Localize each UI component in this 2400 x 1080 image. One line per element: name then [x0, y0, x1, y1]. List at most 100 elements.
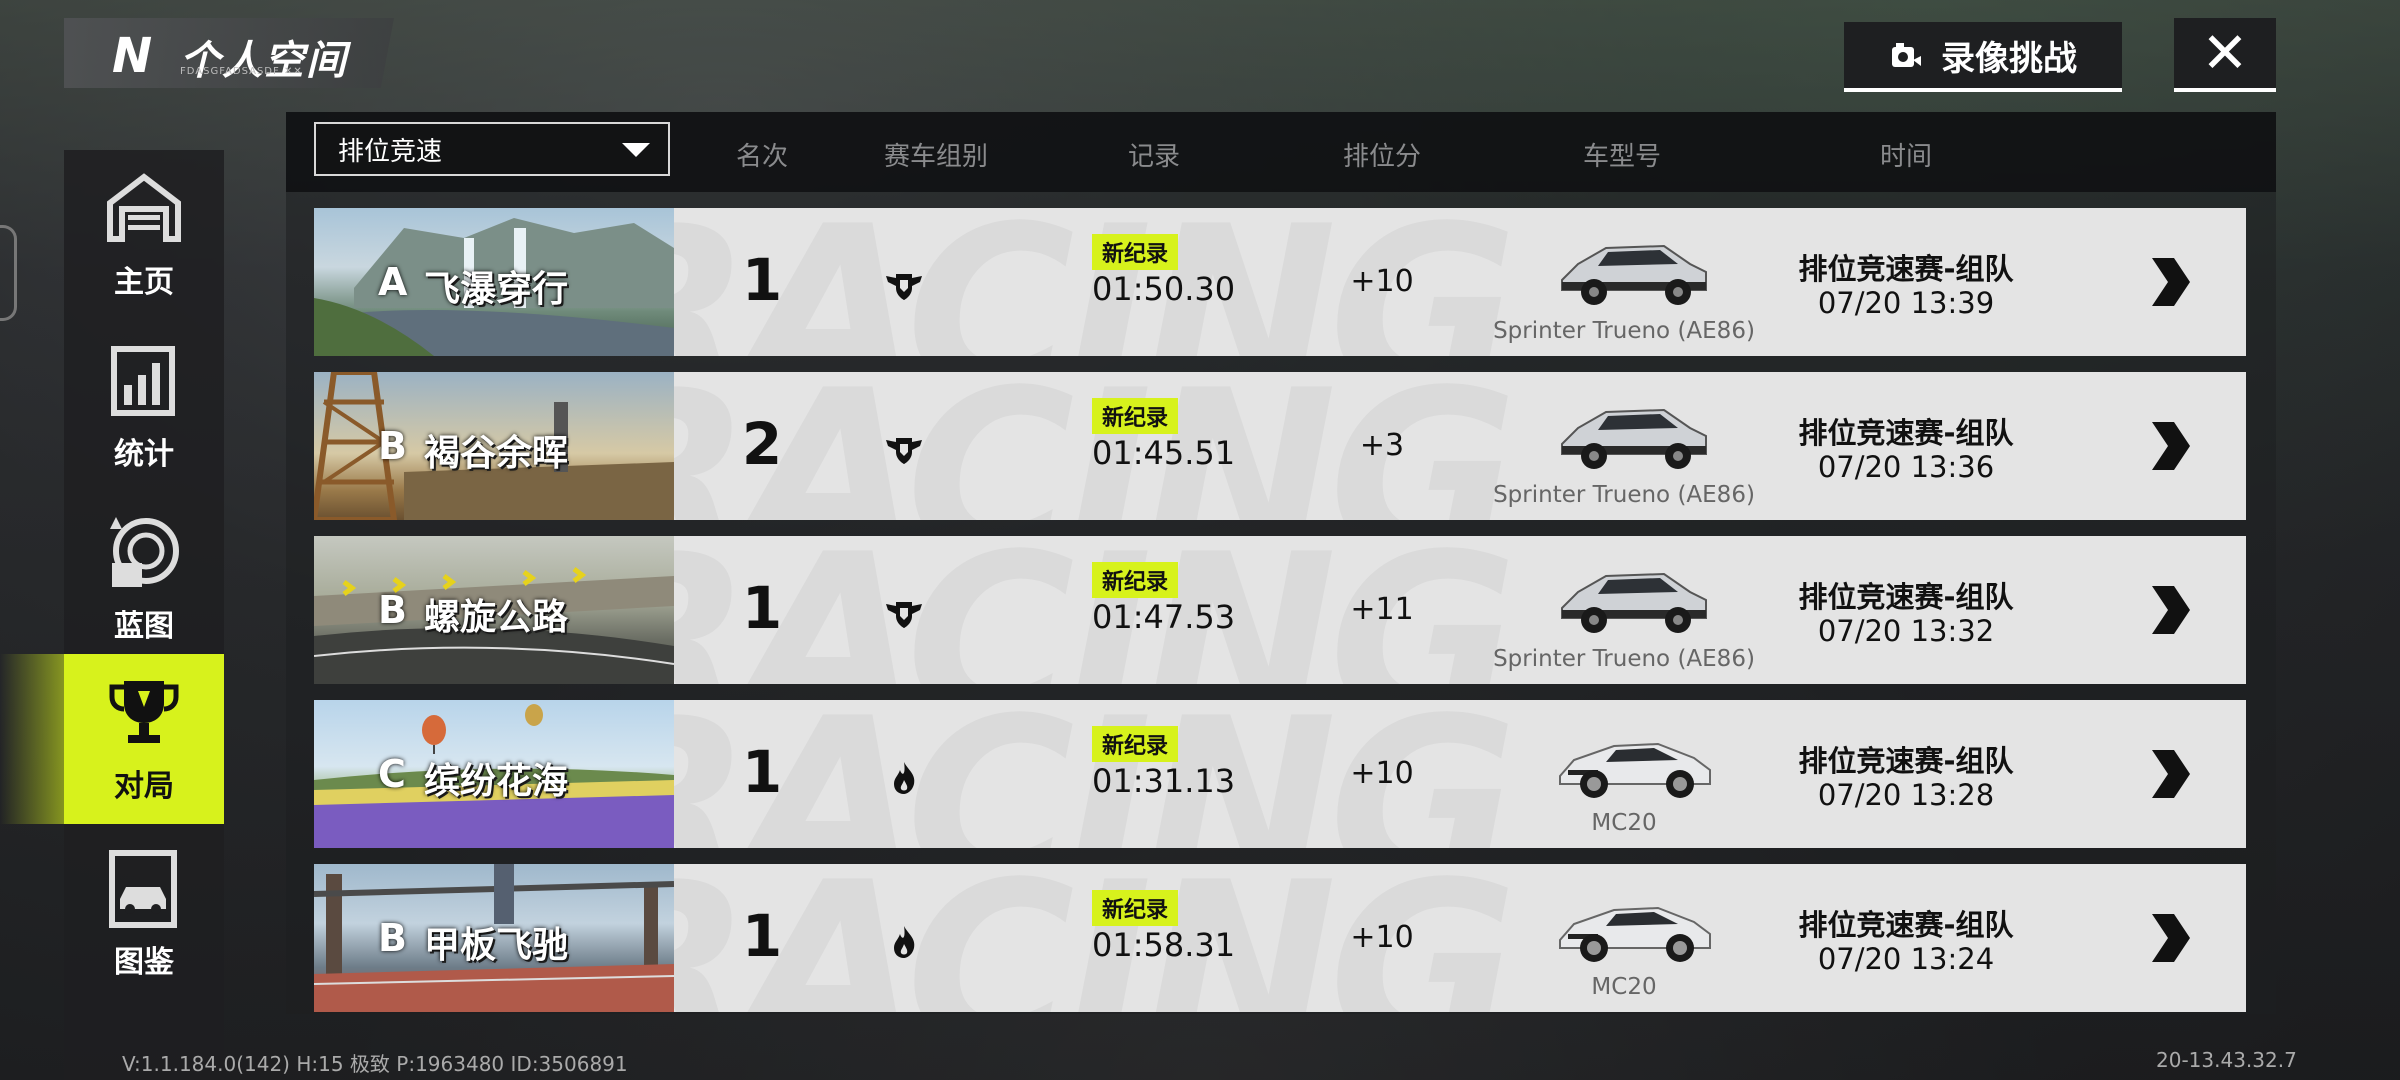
chevron-right-icon[interactable] [2144, 582, 2194, 638]
mc20-car-icon [1559, 742, 1711, 798]
match-row[interactable]: RACING B 褐谷余晖 2 新纪录 01:45.51 +3 Sprinter… [314, 372, 2246, 520]
match-time: 07/20 13:39 [1817, 286, 1995, 320]
chevron-right-icon[interactable] [2144, 418, 2194, 474]
ae86-car-icon [1561, 244, 1707, 305]
record-challenge-label: 录像挑战 [1941, 38, 2077, 79]
page-title: 个人空间 [180, 38, 348, 84]
car-model: MC20 [1591, 974, 1657, 1000]
record-time: 01:45.51 [1092, 434, 1236, 472]
page-subtitle: FDASGFADSASDF ✕✕ [180, 66, 303, 77]
match-time: 07/20 13:32 [1817, 614, 1995, 648]
record-challenge-button[interactable]: 录像挑战 [1844, 22, 2122, 92]
build-info: 20-13.43.32.7 [2156, 1048, 2297, 1072]
record-time: 01:58.31 [1092, 926, 1236, 964]
map-name: 缤纷花海 [424, 761, 569, 802]
match-mode: 排位竞速赛-组队 [1798, 908, 2014, 942]
logo: N [112, 28, 153, 84]
rank-score: +10 [1350, 264, 1414, 299]
map-thumbnail: C 缤纷花海 [314, 700, 674, 848]
record-time: 01:50.30 [1092, 270, 1236, 308]
rank-value: 2 [741, 410, 783, 478]
car-model: Sprinter Trueno (AE86) [1493, 646, 1755, 672]
column-header-group: 赛车组别 [883, 142, 989, 172]
shield-wings-icon [886, 438, 922, 464]
rank-value: 1 [741, 246, 783, 314]
match-time: 07/20 13:28 [1817, 778, 1995, 812]
ae86-car-icon [1561, 408, 1707, 469]
active-indicator [0, 654, 64, 824]
map-name: 螺旋公路 [424, 597, 569, 638]
chevron-right-icon[interactable] [2144, 254, 2194, 310]
match-row[interactable]: RACING A 飞瀑穿行 1 新纪录 01:50.30 +10 Sprinte… [314, 208, 2246, 356]
map-thumbnail: B 螺旋公路 [314, 536, 674, 684]
garage-icon [107, 173, 181, 242]
edge-handle [0, 225, 17, 321]
map-tier: A [378, 260, 408, 304]
sidebar-item-blueprint[interactable]: 蓝图 [64, 494, 224, 664]
version-info: V:1.1.184.0(142) H:15 极致 P:1963480 ID:35… [122, 1052, 628, 1076]
rank-score: +10 [1350, 920, 1414, 955]
sidebar: 主页 统计 蓝图 对局 图鉴 [64, 150, 224, 1080]
car-model: MC20 [1591, 810, 1657, 836]
map-name: 褐谷余晖 [424, 433, 569, 474]
sidebar-item-label: 蓝图 [114, 609, 174, 644]
shield-wings-icon [886, 274, 922, 300]
match-mode: 排位竞速赛-组队 [1798, 580, 2014, 614]
sidebar-item-stats[interactable]: 统计 [64, 322, 224, 492]
map-tier: C [378, 752, 406, 796]
match-mode: 排位竞速赛-组队 [1798, 252, 2014, 286]
new-record-badge: 新纪录 [1092, 234, 1179, 270]
ae86-car-icon [1561, 572, 1707, 633]
sidebar-item-catalog[interactable]: 图鉴 [64, 830, 224, 1000]
flame-icon [894, 926, 915, 958]
map-name: 飞瀑穿行 [424, 269, 569, 310]
new-record-badge: 新纪录 [1092, 398, 1179, 434]
chevron-right-icon[interactable] [2144, 910, 2194, 966]
mc20-car-icon [1559, 906, 1711, 962]
rank-value: 1 [741, 738, 783, 806]
column-header-rank: 名次 [735, 142, 789, 172]
column-header-car: 车型号 [1582, 142, 1662, 172]
stats-icon [111, 346, 175, 416]
sidebar-item-matches[interactable]: 对局 [64, 654, 224, 824]
record-time: 01:47.53 [1092, 598, 1236, 636]
car-model: Sprinter Trueno (AE86) [1493, 318, 1755, 344]
match-time: 07/20 13:24 [1817, 942, 1995, 976]
match-mode: 排位竞速赛-组队 [1798, 744, 2014, 778]
new-record-badge: 新纪录 [1092, 562, 1179, 598]
match-time: 07/20 13:36 [1817, 450, 1995, 484]
sidebar-item-label: 图鉴 [114, 945, 174, 980]
car-catalog-icon [109, 850, 177, 928]
record-time: 01:31.13 [1092, 762, 1236, 800]
new-record-badge: 新纪录 [1092, 726, 1179, 762]
mode-dropdown[interactable]: 排位竞速 [314, 122, 670, 176]
close-button[interactable]: ✕ [2174, 18, 2276, 92]
rank-score: +3 [1359, 428, 1405, 463]
match-row[interactable]: RACING B 甲板飞驰 1 新纪录 01:58.31 +10 MC20 排位… [314, 864, 2246, 1012]
rank-score: +10 [1350, 756, 1414, 791]
match-row[interactable]: RACING C 缤纷花海 1 新纪录 01:31.13 +10 MC20 排位… [314, 700, 2246, 848]
sidebar-item-label: 主页 [114, 265, 174, 300]
close-icon: ✕ [2201, 20, 2249, 86]
shield-wings-icon [886, 602, 922, 628]
chevron-right-icon[interactable] [2144, 746, 2194, 802]
match-row[interactable]: RACING B 螺旋公路 1 新纪录 01:47.53 +11 Sprinte… [314, 536, 2246, 684]
map-tier: B [378, 424, 407, 468]
blueprint-icon [110, 517, 179, 587]
trophy-icon [109, 681, 179, 743]
sidebar-item-label: 统计 [114, 437, 174, 472]
car-model: Sprinter Trueno (AE86) [1493, 482, 1755, 508]
rank-value: 1 [741, 902, 783, 970]
rank-score: +11 [1350, 592, 1414, 627]
map-thumbnail: B 褐谷余晖 [314, 372, 674, 520]
map-thumbnail: B 甲板飞驰 [314, 864, 674, 1012]
column-header-score: 排位分 [1342, 142, 1422, 172]
flame-icon [894, 762, 915, 794]
mode-dropdown-value: 排位竞速 [338, 136, 443, 167]
map-name: 甲板飞驰 [424, 925, 569, 966]
sidebar-item-home[interactable]: 主页 [64, 150, 224, 320]
column-header-record: 记录 [1127, 142, 1181, 172]
sidebar-item-label: 对局 [114, 769, 174, 804]
new-record-badge: 新纪录 [1092, 890, 1179, 926]
chevron-down-icon [622, 143, 650, 157]
